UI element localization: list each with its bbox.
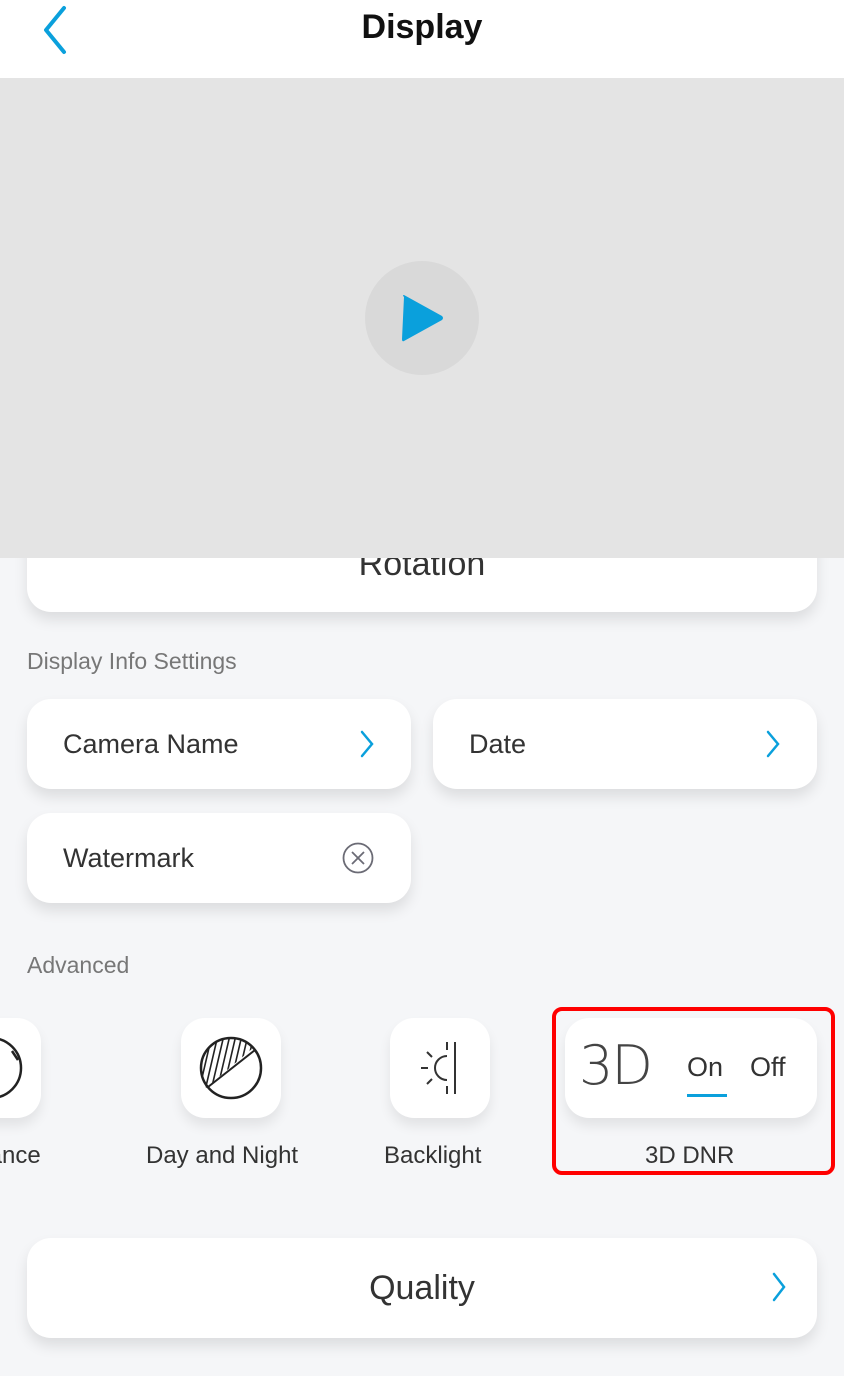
section-display-info: Display Info Settings <box>27 648 237 674</box>
day-night-label: Day and Night <box>146 1142 299 1169</box>
dnr-toggle: 3D On Off <box>565 1018 817 1118</box>
chevron-right-icon <box>766 730 780 758</box>
dnr-off-option[interactable]: Off <box>750 1052 786 1083</box>
page-title: Display <box>361 8 483 46</box>
quality-button[interactable]: Quality <box>27 1238 817 1338</box>
play-button[interactable] <box>365 261 479 375</box>
dnr-selected-indicator <box>687 1094 727 1097</box>
backlight-tile[interactable] <box>390 1018 490 1118</box>
white-balance-icon <box>0 1038 23 1098</box>
date-label: Date <box>469 728 527 759</box>
date-button[interactable]: Date <box>433 699 817 789</box>
backlight-icon <box>421 1042 456 1094</box>
close-circle-icon[interactable] <box>341 841 375 875</box>
chevron-right-icon <box>360 730 374 758</box>
watermark-label: Watermark <box>63 842 195 873</box>
dnr-on-option[interactable]: On <box>687 1052 723 1083</box>
day-night-tile[interactable] <box>181 1018 281 1118</box>
nav-bar: Display <box>0 0 844 78</box>
camera-name-label: Camera Name <box>63 728 239 759</box>
watermark-button[interactable]: Watermark <box>27 813 411 903</box>
quality-label: Quality <box>369 1268 475 1307</box>
white-balance-tile[interactable] <box>0 1018 41 1118</box>
section-advanced: Advanced <box>27 952 130 978</box>
white-balance-label: alance <box>0 1142 41 1169</box>
3d-icon: 3D <box>579 1034 653 1097</box>
play-icon <box>402 295 443 342</box>
dnr-label: 3D DNR <box>645 1142 735 1169</box>
chevron-right-icon <box>772 1272 786 1302</box>
video-preview[interactable] <box>0 78 844 558</box>
camera-name-button[interactable]: Camera Name <box>27 699 411 789</box>
backlight-label: Backlight <box>384 1142 482 1169</box>
day-night-icon <box>199 1036 263 1100</box>
